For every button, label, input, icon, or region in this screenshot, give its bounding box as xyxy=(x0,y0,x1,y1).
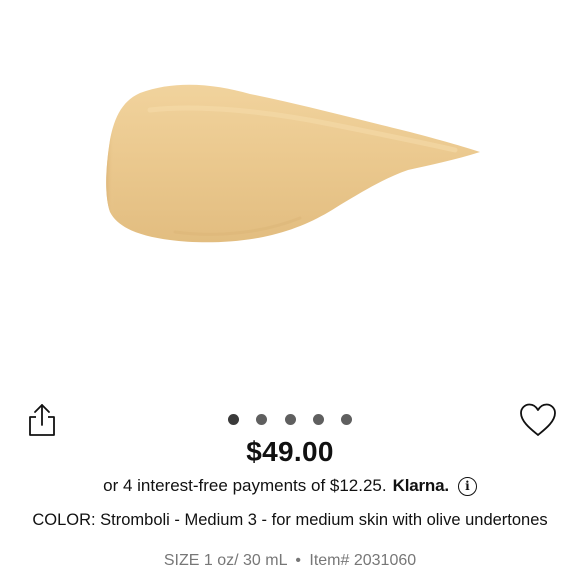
info-icon[interactable]: i xyxy=(457,476,477,496)
image-carousel-dots xyxy=(228,412,352,426)
installment-info: or 4 interest-free payments of $12.25. K… xyxy=(0,476,580,496)
product-color: COLOR: Stromboli - Medium 3 - for medium… xyxy=(32,511,548,529)
installment-text: or 4 interest-free payments of $12.25. xyxy=(103,476,387,495)
product-size: SIZE 1 oz/ 30 mL xyxy=(163,552,287,569)
carousel-dot[interactable] xyxy=(228,413,239,425)
product-swatch-image xyxy=(0,0,580,400)
carousel-dot[interactable] xyxy=(312,413,324,425)
share-icon xyxy=(29,404,55,436)
carousel-dot[interactable] xyxy=(256,413,268,425)
klarna-logo: Klarna. xyxy=(392,476,449,495)
product-size-item: SIZE 1 oz/ 30 mL • Item# 2031060 xyxy=(0,552,580,570)
separator: • xyxy=(295,552,301,569)
heart-icon xyxy=(520,403,556,436)
item-number: Item# 2031060 xyxy=(309,552,417,569)
carousel-dot[interactable] xyxy=(284,413,296,425)
product-price: $49.00 xyxy=(246,436,334,467)
carousel-dot[interactable] xyxy=(341,413,352,425)
